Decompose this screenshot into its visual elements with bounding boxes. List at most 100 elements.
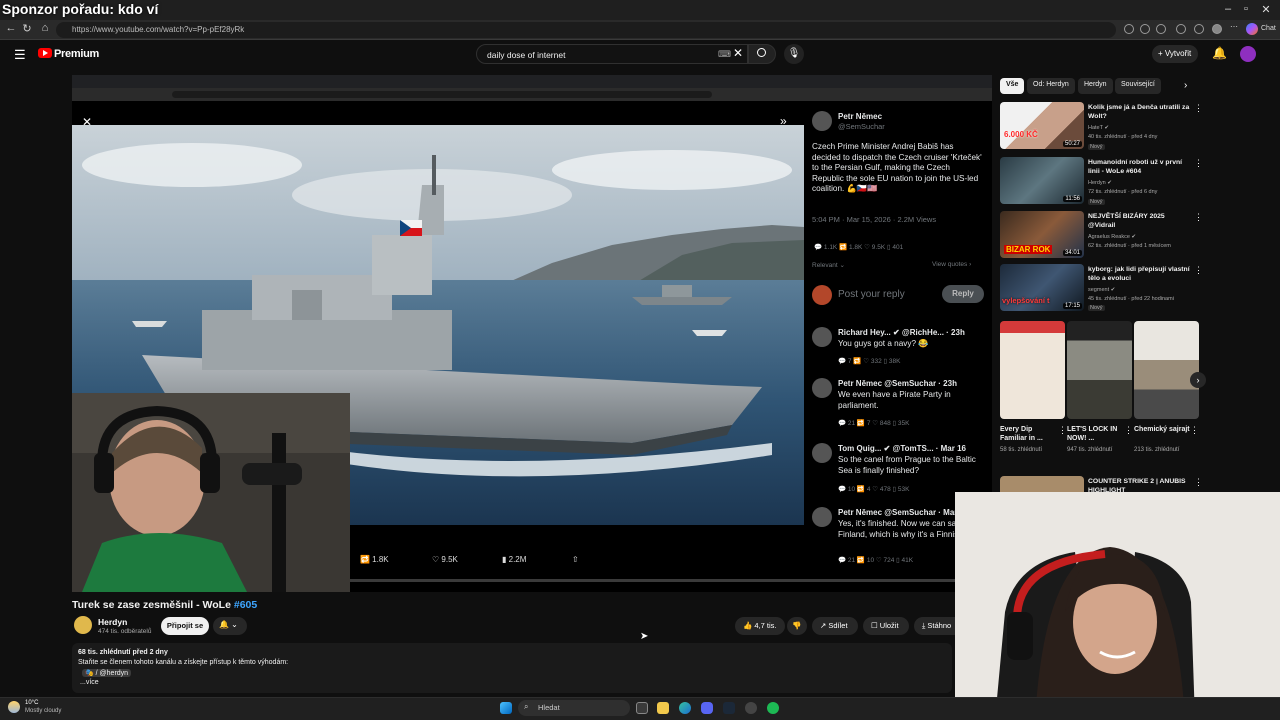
clear-search-icon[interactable]: ✕ xyxy=(733,46,743,60)
more-options-icon[interactable]: ⋮ xyxy=(1194,212,1203,223)
short-thumbnail[interactable] xyxy=(1000,321,1065,419)
rec-channel[interactable]: Herdyn ✔ xyxy=(1088,180,1198,188)
chip-from-channel[interactable]: Od: Herdyn xyxy=(1027,78,1075,94)
chip-scroll-arrow-icon[interactable]: › xyxy=(1184,80,1187,91)
weather-icon[interactable] xyxy=(8,701,20,713)
more-options-icon[interactable]: ⋮ xyxy=(1194,477,1203,488)
url-input[interactable]: https://www.youtube.com/watch?v=Pp-pEf28… xyxy=(56,22,1116,38)
rec-channel[interactable]: Agraelus Reakce ✔ xyxy=(1088,234,1198,242)
video-hashtag[interactable]: #605 xyxy=(234,599,257,611)
reply-button[interactable]: Reply xyxy=(942,285,984,303)
weather-temperature[interactable]: 10°C xyxy=(25,700,38,706)
next-arrow-icon[interactable]: » xyxy=(780,114,787,128)
channel-avatar[interactable] xyxy=(74,616,92,634)
rec-channel[interactable]: segment ✔ xyxy=(1088,287,1198,295)
rec-duration: 17:15 xyxy=(1062,303,1082,309)
obs-icon[interactable] xyxy=(745,702,757,714)
channel-name[interactable]: Herdyn xyxy=(98,617,127,627)
reply-input[interactable]: Post your reply xyxy=(838,289,905,300)
media-retweet-count[interactable]: 🔁 1.8K xyxy=(360,555,389,564)
media-share-icon[interactable]: ⇧ xyxy=(572,555,579,564)
more-options-icon[interactable]: ⋮ xyxy=(1124,425,1133,436)
browser-address-bar: ← ↻ ⌂ https://www.youtube.com/watch?v=Pp… xyxy=(0,20,1280,40)
short-thumbnail[interactable] xyxy=(1067,321,1132,419)
rec-title[interactable]: kyborg: jak lidi přepisují vlastní tělo … xyxy=(1088,265,1192,283)
taskbar-search-box[interactable]: Hledat xyxy=(518,700,630,716)
dislike-button[interactable]: 👎 xyxy=(787,617,807,635)
more-options-icon[interactable]: ⋮ xyxy=(1190,425,1199,436)
short-title[interactable]: Chemický sajrajt xyxy=(1134,425,1192,434)
start-icon[interactable] xyxy=(500,702,512,714)
media-like-count[interactable]: ♡ 9.5K xyxy=(432,555,458,564)
show-more-link[interactable]: ...více xyxy=(80,679,99,686)
chip-channel[interactable]: Herdyn xyxy=(1078,78,1113,94)
join-button[interactable]: Připojit se xyxy=(161,617,209,635)
close-window-icon[interactable]: ✕ xyxy=(1258,3,1274,16)
task-view-icon[interactable] xyxy=(636,702,648,714)
short-title[interactable]: LET'S LOCK IN NOW! ... xyxy=(1067,425,1125,443)
download-button[interactable]: ⤓ Stáhno xyxy=(914,617,955,635)
share-button[interactable]: ↗ Sdílet xyxy=(812,617,858,635)
rec-thumbnail[interactable]: BIZAR ROK 34:01 xyxy=(1000,211,1084,258)
view-quotes-link[interactable]: View quotes › xyxy=(932,261,971,268)
more-options-icon[interactable]: ⋮ xyxy=(1194,158,1203,169)
collections-icon[interactable] xyxy=(1194,24,1204,34)
menu-icon[interactable]: ☰ xyxy=(14,47,26,63)
rec-thumbnail[interactable]: vylepšování t 17:15 xyxy=(1000,264,1084,311)
spotify-icon[interactable] xyxy=(767,702,779,714)
membership-link[interactable]: 🎭 / @herdyn xyxy=(82,669,132,677)
more-icon[interactable]: ⋯ xyxy=(1230,22,1240,32)
browser-tab-bar xyxy=(0,0,1280,20)
maximize-icon[interactable]: ▫ xyxy=(1238,3,1254,15)
rec-title[interactable]: Kolik jsme já a Denča utratili za Wolt? xyxy=(1088,103,1192,121)
save-button[interactable]: ☐ Uložit xyxy=(863,617,909,635)
description-box[interactable] xyxy=(72,643,952,693)
chip-all[interactable]: Vše xyxy=(1000,78,1025,94)
chip-related[interactable]: Související xyxy=(1115,78,1161,94)
mic-icon[interactable]: 🎙 xyxy=(784,44,804,64)
rec-duration: 34:01 xyxy=(1062,250,1082,256)
steam-icon[interactable] xyxy=(723,702,735,714)
create-button[interactable]: + Vytvořit xyxy=(1152,45,1198,63)
home-icon[interactable]: ⌂ xyxy=(38,22,52,34)
youtube-premium-label[interactable]: Premium xyxy=(54,48,99,60)
file-explorer-icon[interactable] xyxy=(657,702,669,714)
more-options-icon[interactable]: ⋮ xyxy=(1058,425,1067,436)
search-button[interactable] xyxy=(748,44,776,64)
extension-icon[interactable] xyxy=(1156,24,1166,34)
rec-title[interactable]: Humanoidní roboti už v první linii - WoL… xyxy=(1088,158,1192,176)
rec-thumbnail[interactable]: 6.000 KČ 50:27 xyxy=(1000,102,1084,149)
more-options-icon[interactable]: ⋮ xyxy=(1194,103,1203,114)
relevant-dropdown[interactable]: Relevant ⌄ xyxy=(812,261,845,269)
rec-channel[interactable]: HateT ✔ xyxy=(1088,125,1198,133)
edge-browser-icon[interactable] xyxy=(679,702,691,714)
chat-label[interactable]: Chat xyxy=(1261,25,1276,32)
rec-thumbnail[interactable]: 11:56 xyxy=(1000,157,1084,204)
extension-icon[interactable] xyxy=(1124,24,1134,34)
reply-avatar xyxy=(812,285,832,305)
back-icon[interactable]: ← xyxy=(4,22,18,34)
like-button[interactable]: 👍 4,7 tis. xyxy=(735,617,785,635)
copilot-icon[interactable] xyxy=(1246,23,1258,35)
extension-icon[interactable] xyxy=(1176,24,1186,34)
weather-description[interactable]: Mostly cloudy xyxy=(25,708,61,714)
video-player[interactable]: ✕ » Petr Němec @SemSuchar Czech Prime Mi… xyxy=(72,75,992,592)
shorts-next-icon[interactable]: › xyxy=(1190,372,1206,388)
keyboard-icon[interactable]: ⌨ xyxy=(718,49,731,60)
close-icon[interactable]: ✕ xyxy=(82,115,92,129)
rec-title[interactable]: NEJVĚTŠÍ BIZÁRY 2025 @Vidrail xyxy=(1088,212,1192,230)
notification-bell-button[interactable]: 🔔 ⌄ xyxy=(213,617,247,635)
media-view-count: ▮ 2.2M xyxy=(502,555,527,564)
short-thumbnail[interactable] xyxy=(1134,321,1199,419)
account-avatar[interactable] xyxy=(1240,46,1256,62)
favorite-icon[interactable] xyxy=(1140,24,1150,34)
more-options-icon[interactable]: ⋮ xyxy=(1194,265,1203,276)
search-input[interactable]: daily dose of internet xyxy=(476,44,748,64)
notifications-bell-icon[interactable]: 🔔 xyxy=(1212,46,1227,60)
reload-icon[interactable]: ↻ xyxy=(20,22,34,35)
discord-icon[interactable] xyxy=(701,702,713,714)
profile-icon[interactable] xyxy=(1212,24,1222,34)
youtube-logo-icon[interactable] xyxy=(38,48,52,58)
minimize-icon[interactable]: – xyxy=(1220,3,1236,15)
short-title[interactable]: Every Dip Familiar in ... xyxy=(1000,425,1058,443)
